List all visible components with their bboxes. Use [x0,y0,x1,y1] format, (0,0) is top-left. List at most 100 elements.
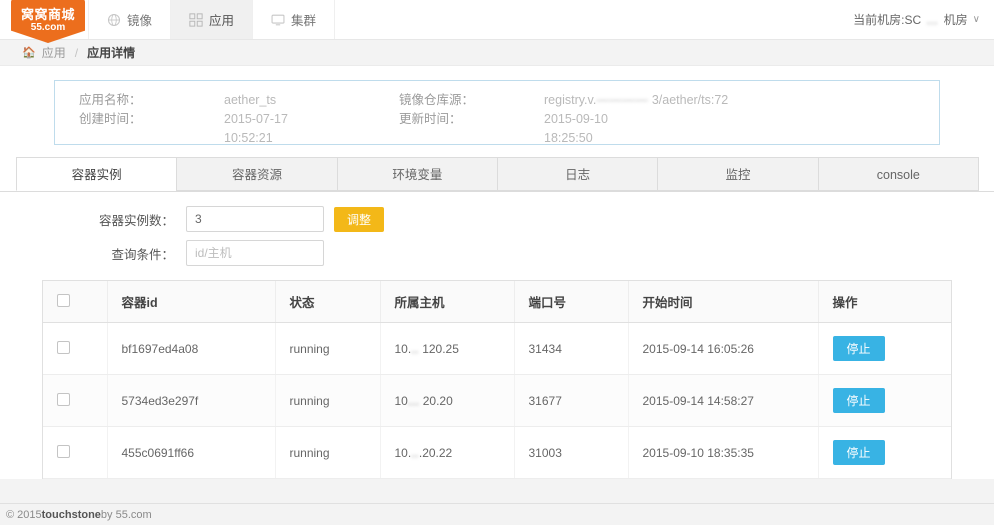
stop-button[interactable]: 停止 [832,440,885,465]
footer-brand: touchstone [41,508,101,521]
instances-table: 容器id 状态 所属主机 端口号 开始时间 操作 bf1697ed4a08 ru… [43,281,951,479]
row-checkbox-cell [43,426,108,479]
header-status: 状态 [275,281,381,323]
table-row: bf1697ed4a08 running 10... 120.25 31434 … [43,322,951,375]
footer-by: by 55.com [100,508,152,521]
breadcrumb-current: 应用详情 [87,46,136,60]
row-actions: 停止 [818,426,951,479]
update-time-clock: 18:25:50 [544,131,593,145]
stop-button[interactable]: 停止 [832,388,885,413]
row-host: 10... 120.25 [380,322,515,375]
row-actions: 停止 [818,322,951,375]
tab-container-resources[interactable]: 容器资源 [176,157,338,191]
app-name-value: aether_ts [224,93,277,107]
update-time-label: 更新时间： [399,112,462,126]
tab-content: 容器实例数： 调整 查询条件： 容器id 状态 所属主机 端口号 [0,192,994,479]
header-actions: 操作 [818,281,951,323]
row-start-time: 2015-09-10 18:35:35 [628,426,819,479]
header-container-id: 容器id [107,281,276,323]
breadcrumb-separator: / [74,45,79,60]
create-time-date: 2015-07-17 [224,112,288,126]
grid-icon [189,12,203,27]
instances-table-wrapper: 容器id 状态 所属主机 端口号 开始时间 操作 bf1697ed4a08 ru… [42,280,952,479]
update-time-date: 2015-09-10 [544,112,608,126]
table-row: 455c0691ff66 running 10....20.22 31003 2… [43,426,951,479]
row-host-redacted: .. [411,445,419,460]
chevron-down-icon[interactable]: ∨ [973,14,980,25]
top-navbar: 窝窝商城 55.com 镜像 应用 集群 当前机房:SC … 机房 ∨ [0,0,994,43]
instance-count-label: 容器实例数： [98,213,174,228]
table-header-row: 容器id 状态 所属主机 端口号 开始时间 操作 [43,281,951,323]
registry-value-prefix: registry.v. [544,93,597,107]
instance-count-row: 容器实例数： 调整 [0,206,994,232]
create-time-label: 创建时间： [79,112,142,126]
nav-item-cluster-label: 集群 [291,14,317,28]
registry-value-suffix: 3/aether/ts:72 [651,93,729,107]
tab-monitoring[interactable]: 监控 [657,157,819,191]
registry-value-redacted: ———— [596,93,649,107]
datacenter-selector[interactable]: 当前机房:SC … 机房 ∨ [853,0,980,39]
breadcrumb: 🏠 应用 / 应用详情 [0,40,994,66]
row-host: 10....20.22 [380,426,515,479]
logo-line-2: 55.com [30,22,66,33]
row-checkbox[interactable] [57,340,70,354]
nav-item-apps[interactable]: 应用 [170,0,253,39]
row-actions: 停止 [818,374,951,427]
tab-console[interactable]: console [817,157,979,191]
query-input[interactable] [186,240,324,266]
stop-button[interactable]: 停止 [832,336,885,361]
nav-item-images[interactable]: 镜像 [88,0,170,39]
header-port: 端口号 [514,281,629,323]
select-all-checkbox[interactable] [57,293,70,307]
home-icon[interactable]: 🏠 [22,46,36,59]
row-host-redacted: .. [411,341,419,356]
create-time-value: 2015-07-17 10:52:21 [224,110,399,148]
tab-logs[interactable]: 日志 [496,157,659,191]
query-label: 查询条件： [111,247,174,262]
row-host-redacted: ... [407,393,420,408]
table-row: 5734ed3e297f running 10... 20.20 31677 2… [43,374,951,427]
nav-item-cluster[interactable]: 集群 [252,0,336,39]
row-host-prefix: 10. [394,341,412,356]
row-checkbox[interactable] [57,392,70,406]
update-time-value: 2015-09-10 18:25:50 [544,110,844,148]
row-port: 31677 [514,374,629,427]
footer-copyright: © 2015 [6,508,42,521]
monitor-icon [271,13,285,27]
row-start-time: 2015-09-14 14:58:27 [628,374,819,427]
row-checkbox-cell [43,374,108,427]
row-container-id: 455c0691ff66 [107,426,276,479]
row-host-suffix: .20.22 [418,445,453,460]
header-select-all [43,281,108,323]
tab-env-variables[interactable]: 环境变量 [336,157,498,191]
row-status: running [275,322,381,375]
row-checkbox-cell [43,322,108,375]
row-checkbox[interactable] [57,444,70,458]
brand-logo[interactable]: 窝窝商城 55.com [11,0,85,43]
datacenter-label: 当前机房:SC [853,13,922,27]
app-page: 窝窝商城 55.com 镜像 应用 集群 当前机房:SC … 机房 ∨ 🏠 应用… [0,0,994,525]
info-row-times: 创建时间： 2015-07-17 10:52:21 更新时间： 2015-09-… [55,110,939,148]
app-info-box: 应用名称： aether_ts 镜像仓库源： registry.v.———— 3… [54,80,940,145]
datacenter-redacted: … [926,12,939,27]
logo-container[interactable]: 窝窝商城 55.com [0,0,88,43]
row-start-time: 2015-09-14 16:05:26 [628,322,819,375]
row-container-id: bf1697ed4a08 [107,322,276,375]
row-host-prefix: 10. [394,445,412,460]
row-host-prefix: 10 [394,393,408,408]
row-status: running [275,426,381,479]
nav-item-images-label: 镜像 [127,14,153,28]
row-port: 31434 [514,322,629,375]
app-name-label: 应用名称： [79,93,142,107]
row-container-id: 5734ed3e297f [107,374,276,427]
row-port: 31003 [514,426,629,479]
row-host-suffix: 20.20 [422,393,453,408]
breadcrumb-parent[interactable]: 应用 [42,44,66,61]
adjust-button[interactable]: 调整 [334,206,385,232]
info-row-names: 应用名称： aether_ts 镜像仓库源： registry.v.———— 3… [55,91,939,110]
nav-item-apps-label: 应用 [209,14,235,28]
tab-container-instances[interactable]: 容器实例 [16,157,178,191]
instance-count-input[interactable] [186,206,324,232]
header-start-time: 开始时间 [628,281,819,323]
globe-icon [107,13,121,27]
